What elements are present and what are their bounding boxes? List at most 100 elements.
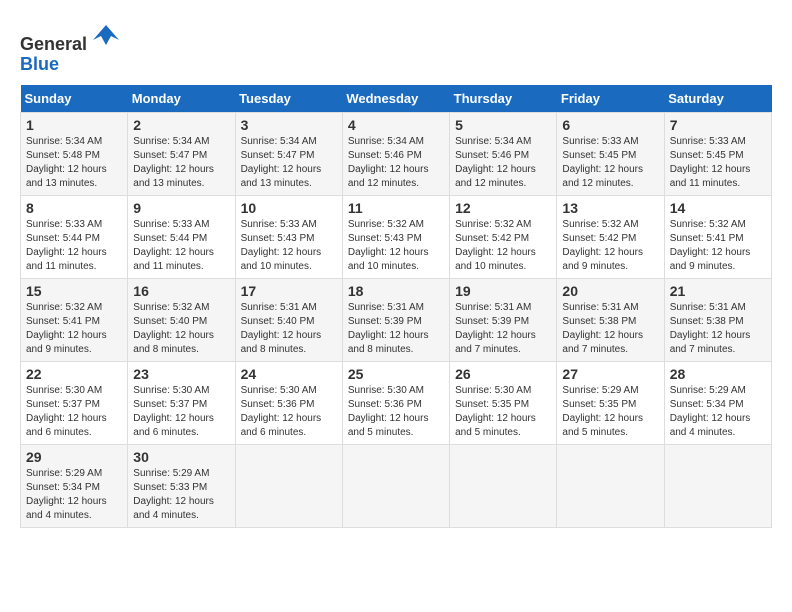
calendar-day-10: 10 Sunrise: 5:33 AMSunset: 5:43 PMDayligh…: [235, 195, 342, 278]
calendar-body: 1 Sunrise: 5:34 AMSunset: 5:48 PMDaylight…: [21, 112, 772, 527]
day-number: 26: [455, 366, 551, 382]
calendar-day-1: 1 Sunrise: 5:34 AMSunset: 5:48 PMDaylight…: [21, 112, 128, 195]
day-number: 4: [348, 117, 444, 133]
day-detail: Sunrise: 5:33 AMSunset: 5:44 PMDaylight:…: [133, 218, 229, 274]
day-number: 3: [241, 117, 337, 133]
logo-blue: Blue: [20, 54, 59, 74]
calendar-day-4: 4 Sunrise: 5:34 AMSunset: 5:46 PMDaylight…: [342, 112, 449, 195]
day-detail: Sunrise: 5:32 AMSunset: 5:41 PMDaylight:…: [26, 301, 122, 357]
day-detail: Sunrise: 5:29 AMSunset: 5:34 PMDaylight:…: [26, 467, 122, 523]
day-number: 16: [133, 283, 229, 299]
calendar-day-18: 18 Sunrise: 5:31 AMSunset: 5:39 PMDayligh…: [342, 278, 449, 361]
calendar-day-20: 20 Sunrise: 5:31 AMSunset: 5:38 PMDayligh…: [557, 278, 664, 361]
day-number: 22: [26, 366, 122, 382]
day-number: 19: [455, 283, 551, 299]
day-detail: Sunrise: 5:33 AMSunset: 5:43 PMDaylight:…: [241, 218, 337, 274]
day-detail: Sunrise: 5:32 AMSunset: 5:42 PMDaylight:…: [455, 218, 551, 274]
day-detail: Sunrise: 5:31 AMSunset: 5:38 PMDaylight:…: [562, 301, 658, 357]
logo-bird-icon: [91, 20, 121, 50]
day-detail: Sunrise: 5:34 AMSunset: 5:47 PMDaylight:…: [241, 135, 337, 191]
header-cell-tuesday: Tuesday: [235, 85, 342, 113]
calendar-day-14: 14 Sunrise: 5:32 AMSunset: 5:41 PMDayligh…: [664, 195, 771, 278]
logo: General Blue: [20, 20, 121, 75]
day-detail: Sunrise: 5:34 AMSunset: 5:48 PMDaylight:…: [26, 135, 122, 191]
day-detail: Sunrise: 5:29 AMSunset: 5:34 PMDaylight:…: [670, 384, 766, 440]
day-number: 8: [26, 200, 122, 216]
day-number: 28: [670, 366, 766, 382]
day-number: 6: [562, 117, 658, 133]
calendar-day-5: 5 Sunrise: 5:34 AMSunset: 5:46 PMDaylight…: [450, 112, 557, 195]
day-number: 24: [241, 366, 337, 382]
calendar-day-9: 9 Sunrise: 5:33 AMSunset: 5:44 PMDaylight…: [128, 195, 235, 278]
day-number: 25: [348, 366, 444, 382]
day-number: 12: [455, 200, 551, 216]
logo-general: General: [20, 34, 87, 54]
header-cell-saturday: Saturday: [664, 85, 771, 113]
day-detail: Sunrise: 5:34 AMSunset: 5:47 PMDaylight:…: [133, 135, 229, 191]
day-detail: Sunrise: 5:33 AMSunset: 5:45 PMDaylight:…: [562, 135, 658, 191]
day-number: 18: [348, 283, 444, 299]
header-cell-friday: Friday: [557, 85, 664, 113]
calendar-week-3: 15 Sunrise: 5:32 AMSunset: 5:41 PMDayligh…: [21, 278, 772, 361]
calendar-week-1: 1 Sunrise: 5:34 AMSunset: 5:48 PMDaylight…: [21, 112, 772, 195]
day-number: 7: [670, 117, 766, 133]
calendar-day-15: 15 Sunrise: 5:32 AMSunset: 5:41 PMDayligh…: [21, 278, 128, 361]
calendar-day-13: 13Sunrise: 5:32 AMSunset: 5:42 PMDayligh…: [557, 195, 664, 278]
day-number: 20: [562, 283, 658, 299]
calendar-day-24: 24 Sunrise: 5:30 AMSunset: 5:36 PMDayligh…: [235, 361, 342, 444]
day-detail: Sunrise: 5:31 AMSunset: 5:39 PMDaylight:…: [348, 301, 444, 357]
day-detail: Sunrise: 5:30 AMSunset: 5:36 PMDaylight:…: [348, 384, 444, 440]
page-header: General Blue: [20, 20, 772, 75]
calendar-table: SundayMondayTuesdayWednesdayThursdayFrid…: [20, 85, 772, 528]
day-number: 27: [562, 366, 658, 382]
calendar-day-21: 21 Sunrise: 5:31 AMSunset: 5:38 PMDayligh…: [664, 278, 771, 361]
day-detail: Sunrise: 5:32 AMSunset: 5:40 PMDaylight:…: [133, 301, 229, 357]
day-detail: Sunrise: 5:30 AMSunset: 5:36 PMDaylight:…: [241, 384, 337, 440]
calendar-day-17: 17Sunrise: 5:31 AMSunset: 5:40 PMDayligh…: [235, 278, 342, 361]
calendar-day-25: 25 Sunrise: 5:30 AMSunset: 5:36 PMDayligh…: [342, 361, 449, 444]
day-detail: Sunrise: 5:32 AMSunset: 5:42 PMDaylight:…: [562, 218, 658, 274]
day-detail: Sunrise: 5:30 AMSunset: 5:37 PMDaylight:…: [26, 384, 122, 440]
day-detail: Sunrise: 5:33 AMSunset: 5:44 PMDaylight:…: [26, 218, 122, 274]
header-cell-thursday: Thursday: [450, 85, 557, 113]
day-number: 10: [241, 200, 337, 216]
calendar-day-16: 16 Sunrise: 5:32 AMSunset: 5:40 PMDayligh…: [128, 278, 235, 361]
day-detail: Sunrise: 5:30 AMSunset: 5:37 PMDaylight:…: [133, 384, 229, 440]
calendar-day-8: 8 Sunrise: 5:33 AMSunset: 5:44 PMDaylight…: [21, 195, 128, 278]
day-number: 29: [26, 449, 122, 465]
day-detail: Sunrise: 5:34 AMSunset: 5:46 PMDaylight:…: [455, 135, 551, 191]
calendar-day-22: 22 Sunrise: 5:30 AMSunset: 5:37 PMDayligh…: [21, 361, 128, 444]
day-detail: Sunrise: 5:33 AMSunset: 5:45 PMDaylight:…: [670, 135, 766, 191]
empty-cell: [342, 444, 449, 527]
calendar-day-23: 23Sunrise: 5:30 AMSunset: 5:37 PMDayligh…: [128, 361, 235, 444]
empty-cell: [557, 444, 664, 527]
day-number: 9: [133, 200, 229, 216]
calendar-day-28: 28 Sunrise: 5:29 AMSunset: 5:34 PMDayligh…: [664, 361, 771, 444]
day-number: 2: [133, 117, 229, 133]
day-detail: Sunrise: 5:32 AMSunset: 5:41 PMDaylight:…: [670, 218, 766, 274]
calendar-header-row: SundayMondayTuesdayWednesdayThursdayFrid…: [21, 85, 772, 113]
header-cell-wednesday: Wednesday: [342, 85, 449, 113]
day-number: 30: [133, 449, 229, 465]
empty-cell: [450, 444, 557, 527]
calendar-day-27: 27 Sunrise: 5:29 AMSunset: 5:35 PMDayligh…: [557, 361, 664, 444]
calendar-day-2: 2 Sunrise: 5:34 AMSunset: 5:47 PMDaylight…: [128, 112, 235, 195]
day-detail: Sunrise: 5:31 AMSunset: 5:40 PMDaylight:…: [241, 301, 337, 357]
day-number: 11: [348, 200, 444, 216]
day-detail: Sunrise: 5:30 AMSunset: 5:35 PMDaylight:…: [455, 384, 551, 440]
day-detail: Sunrise: 5:29 AMSunset: 5:33 PMDaylight:…: [133, 467, 229, 523]
day-detail: Sunrise: 5:31 AMSunset: 5:38 PMDaylight:…: [670, 301, 766, 357]
day-number: 1: [26, 117, 122, 133]
calendar-week-2: 8 Sunrise: 5:33 AMSunset: 5:44 PMDaylight…: [21, 195, 772, 278]
day-detail: Sunrise: 5:29 AMSunset: 5:35 PMDaylight:…: [562, 384, 658, 440]
day-number: 14: [670, 200, 766, 216]
calendar-day-12: 12 Sunrise: 5:32 AMSunset: 5:42 PMDayligh…: [450, 195, 557, 278]
calendar-day-7: 7 Sunrise: 5:33 AMSunset: 5:45 PMDaylight…: [664, 112, 771, 195]
day-number: 15: [26, 283, 122, 299]
header-cell-sunday: Sunday: [21, 85, 128, 113]
day-detail: Sunrise: 5:34 AMSunset: 5:46 PMDaylight:…: [348, 135, 444, 191]
day-number: 21: [670, 283, 766, 299]
empty-cell: [235, 444, 342, 527]
day-number: 5: [455, 117, 551, 133]
calendar-day-30: 30 Sunrise: 5:29 AMSunset: 5:33 PMDayligh…: [128, 444, 235, 527]
